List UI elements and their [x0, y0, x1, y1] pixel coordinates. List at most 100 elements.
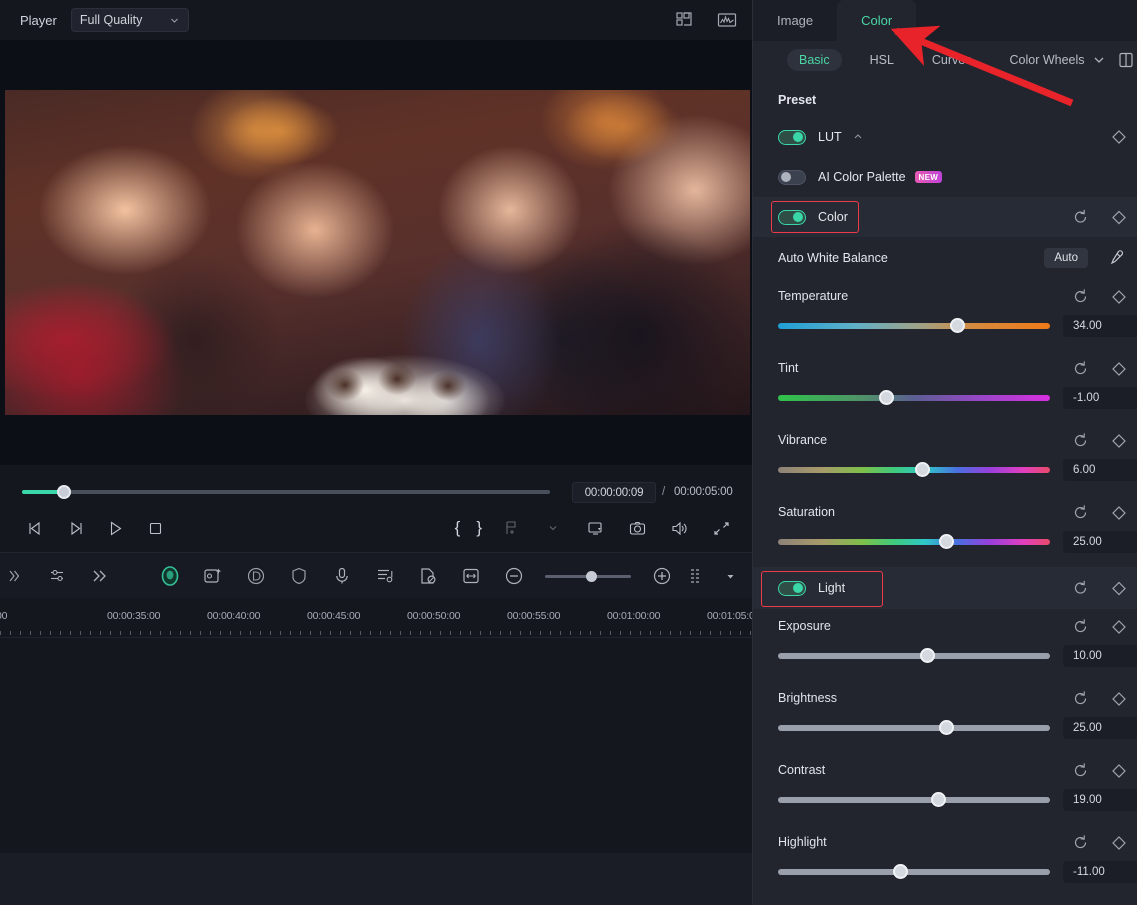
slider-track[interactable] — [778, 792, 1050, 807]
prev-frame-icon[interactable] — [22, 515, 48, 541]
next-frame-icon[interactable] — [62, 515, 88, 541]
slider-thumb[interactable] — [920, 648, 936, 663]
chevron-up-icon[interactable] — [852, 131, 864, 143]
slider-thumb[interactable] — [914, 462, 930, 477]
keyframe-diamond-icon[interactable] — [1111, 691, 1127, 707]
slider-value-field[interactable]: 10.00 — [1063, 645, 1137, 667]
settings-sliders-icon[interactable] — [46, 564, 70, 588]
color-toggle[interactable] — [778, 209, 806, 225]
light-toggle[interactable] — [778, 580, 806, 596]
scrubber-track[interactable] — [22, 485, 550, 499]
keyframe-diamond-icon[interactable] — [1111, 619, 1127, 635]
reset-circular-arrow-icon[interactable] — [1072, 762, 1089, 779]
slider-thumb[interactable] — [930, 792, 946, 807]
chevron-down-icon[interactable] — [1091, 52, 1107, 68]
slider-value-field[interactable]: 25.00 — [1063, 717, 1137, 739]
keyframe-diamond-icon[interactable] — [1111, 763, 1127, 779]
keyframe-diamond-icon[interactable] — [1111, 433, 1127, 449]
slider-value-field[interactable]: 25.00 — [1063, 531, 1137, 553]
subtab-curves[interactable]: Curves — [920, 49, 984, 71]
slider-track[interactable] — [778, 462, 1050, 477]
audio-mixer-icon[interactable] — [373, 564, 397, 588]
slider-track[interactable] — [778, 648, 1050, 663]
remove-background-icon[interactable] — [416, 564, 440, 588]
snapshot-camera-icon[interactable] — [624, 515, 650, 541]
mark-in-icon[interactable]: { — [455, 518, 461, 538]
color-row[interactable]: Color — [753, 197, 1137, 237]
dropdown-caret-icon[interactable] — [718, 564, 742, 588]
slider-track[interactable] — [778, 720, 1050, 735]
reset-circular-arrow-icon[interactable] — [1072, 504, 1089, 521]
stop-icon[interactable] — [142, 515, 168, 541]
keyframe-diamond-icon[interactable] — [1111, 129, 1127, 145]
grid-dots-icon[interactable] — [685, 564, 709, 588]
lut-toggle[interactable] — [778, 129, 806, 145]
video-preview-frame[interactable] — [5, 90, 750, 415]
reset-circular-arrow-icon[interactable] — [1072, 288, 1089, 305]
slider-track[interactable] — [778, 534, 1050, 549]
tab-image[interactable]: Image — [753, 0, 837, 41]
fullscreen-icon[interactable] — [708, 515, 734, 541]
slider-thumb[interactable] — [939, 720, 955, 735]
mask-shield-icon[interactable] — [287, 564, 311, 588]
slider-value-field[interactable]: 34.00 — [1063, 315, 1137, 337]
volume-icon[interactable] — [666, 515, 692, 541]
collapse-chevrons-icon[interactable] — [4, 564, 28, 588]
reset-circular-arrow-icon[interactable] — [1072, 360, 1089, 377]
keyframe-diamond-icon[interactable] — [1111, 835, 1127, 851]
ai-orb-icon[interactable] — [158, 564, 182, 588]
keyframe-diamond-icon[interactable] — [1111, 580, 1127, 596]
current-time-field[interactable]: 00:00:00:09 — [572, 482, 656, 503]
slider-thumb[interactable] — [879, 390, 895, 405]
ai-color-palette-row[interactable]: AI Color Palette NEW — [753, 157, 1137, 197]
smart-cutout-icon[interactable] — [201, 564, 225, 588]
timeline-zoom-slider[interactable] — [545, 570, 631, 582]
slider-value-field[interactable]: 6.00 — [1063, 459, 1137, 481]
ai-color-palette-toggle[interactable] — [778, 169, 806, 185]
slider-thumb[interactable] — [939, 534, 955, 549]
keyframe-diamond-icon[interactable] — [1111, 289, 1127, 305]
screen-fit-icon[interactable] — [582, 515, 608, 541]
marker-caret-icon[interactable] — [540, 515, 566, 541]
subtab-color-wheels[interactable]: Color Wheels — [998, 49, 1097, 71]
add-marker-icon[interactable] — [498, 515, 524, 541]
keyframe-diamond-icon[interactable] — [1111, 209, 1127, 225]
timeline-tracks-area[interactable] — [0, 638, 752, 853]
eyedropper-icon[interactable] — [1107, 249, 1126, 268]
zoom-in-icon[interactable] — [650, 564, 674, 588]
mark-out-icon[interactable]: } — [476, 518, 482, 538]
zoom-out-icon[interactable] — [502, 564, 526, 588]
keyframe-diamond-icon[interactable] — [1111, 361, 1127, 377]
record-icon[interactable] — [244, 564, 268, 588]
quality-select[interactable]: Full Quality — [70, 8, 189, 32]
reset-circular-arrow-icon[interactable] — [1072, 209, 1089, 226]
auto-white-balance-button[interactable]: Auto — [1044, 248, 1088, 268]
subtab-hsl[interactable]: HSL — [858, 49, 906, 71]
layout-grid-icon[interactable] — [674, 9, 696, 31]
scope-waveform-icon[interactable] — [716, 9, 738, 31]
reset-circular-arrow-icon[interactable] — [1072, 834, 1089, 851]
compare-split-icon[interactable] — [1117, 51, 1135, 69]
lut-row[interactable]: LUT — [753, 117, 1137, 157]
timeline-zoom-thumb[interactable] — [585, 570, 597, 582]
play-icon[interactable] — [102, 515, 128, 541]
reset-circular-arrow-icon[interactable] — [1072, 618, 1089, 635]
subtab-basic[interactable]: Basic — [787, 49, 842, 71]
tab-color[interactable]: Color — [837, 0, 917, 41]
timeline-ruler[interactable]: 00 00:00:35:00 00:00:40:00 00:00:45:00 00:00… — [0, 598, 760, 638]
scrubber-thumb[interactable] — [57, 485, 72, 499]
fit-to-width-icon[interactable] — [459, 564, 483, 588]
slider-track[interactable] — [778, 864, 1050, 879]
reset-circular-arrow-icon[interactable] — [1072, 690, 1089, 707]
slider-thumb[interactable] — [950, 318, 966, 333]
slider-value-field[interactable]: -11.00 — [1063, 861, 1137, 883]
reset-circular-arrow-icon[interactable] — [1072, 580, 1089, 597]
microphone-icon[interactable] — [330, 564, 354, 588]
slider-track[interactable] — [778, 390, 1050, 405]
expand-chevrons-icon[interactable] — [88, 564, 112, 588]
light-row[interactable]: Light — [753, 567, 1137, 609]
slider-thumb[interactable] — [892, 864, 908, 879]
slider-value-field[interactable]: -1.00 — [1063, 387, 1137, 409]
slider-value-field[interactable]: 19.00 — [1063, 789, 1137, 811]
slider-track[interactable] — [778, 318, 1050, 333]
